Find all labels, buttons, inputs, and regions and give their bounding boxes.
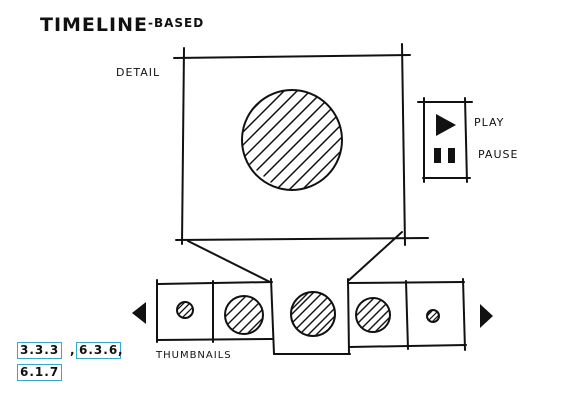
scroll-left-arrow-icon — [132, 302, 146, 324]
thumbnail-5-image — [426, 309, 440, 323]
scroll-right-arrow-icon — [480, 304, 493, 328]
thumbnail-2-image — [224, 295, 264, 335]
pause-icon-right — [448, 148, 455, 163]
thumbnail-4-image — [355, 297, 391, 333]
tag-separator-2: , — [118, 343, 124, 357]
title-suffix: -BASED — [147, 16, 205, 30]
tag-separator: , — [70, 343, 76, 357]
detail-panel — [173, 43, 429, 246]
title-main: TIMELINE — [40, 14, 148, 36]
detail-image-placeholder — [241, 89, 343, 191]
spec-tag-1: 3.3.3 — [17, 342, 63, 359]
spec-tag-3: 6.1.7 — [17, 364, 63, 381]
thumbnail-1-image — [176, 301, 194, 319]
thumbnail-strip — [156, 278, 467, 355]
thumbnail-3-image — [290, 291, 336, 337]
playback-controls-box — [417, 97, 473, 183]
spec-tag-2: 6.3.6 — [76, 342, 122, 359]
pause-label: PAUSE — [478, 148, 519, 161]
pause-icon-left — [434, 148, 441, 163]
play-icon — [436, 114, 456, 136]
thumbnails-label: THUMBNAILS — [156, 350, 232, 361]
play-label: PLAY — [474, 116, 505, 129]
diagram-title: TIMELINE-BASED — [40, 14, 204, 36]
detail-label: DETAIL — [116, 66, 161, 79]
